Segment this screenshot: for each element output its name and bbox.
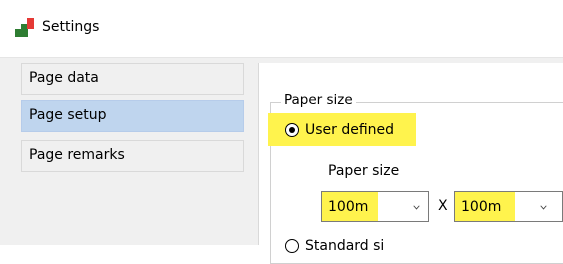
user-defined-radio[interactable] — [285, 123, 299, 137]
sidebar-item-label: Page setup — [29, 107, 107, 123]
title-bar: Settings — [0, 0, 563, 57]
sidebar-item-label: Page data — [29, 70, 99, 86]
sidebar-item-label: Page remarks — [29, 147, 125, 163]
group-legend: Paper size — [281, 91, 356, 109]
paper-width-value: 100m — [328, 199, 369, 215]
chevron-down-icon — [413, 205, 420, 210]
paper-height-select[interactable]: 100m — [454, 191, 563, 222]
paper-width-select[interactable]: 100m — [321, 191, 429, 222]
sidebar-item-page-data[interactable]: Page data — [21, 63, 244, 95]
standard-size-label[interactable]: Standard si — [305, 237, 384, 255]
user-defined-label[interactable]: User defined — [305, 121, 394, 139]
paper-height-value: 100m — [461, 199, 502, 215]
window-title: Settings — [42, 19, 100, 35]
size-separator: X — [438, 198, 448, 214]
standard-size-radio[interactable] — [285, 239, 299, 253]
sidebar-item-page-remarks[interactable]: Page remarks — [21, 140, 244, 172]
chevron-down-icon — [540, 205, 547, 210]
app-logo-icon — [15, 18, 34, 37]
sidebar-item-page-setup[interactable]: Page setup — [21, 100, 244, 132]
paper-size-field-label: Paper size — [328, 163, 400, 179]
